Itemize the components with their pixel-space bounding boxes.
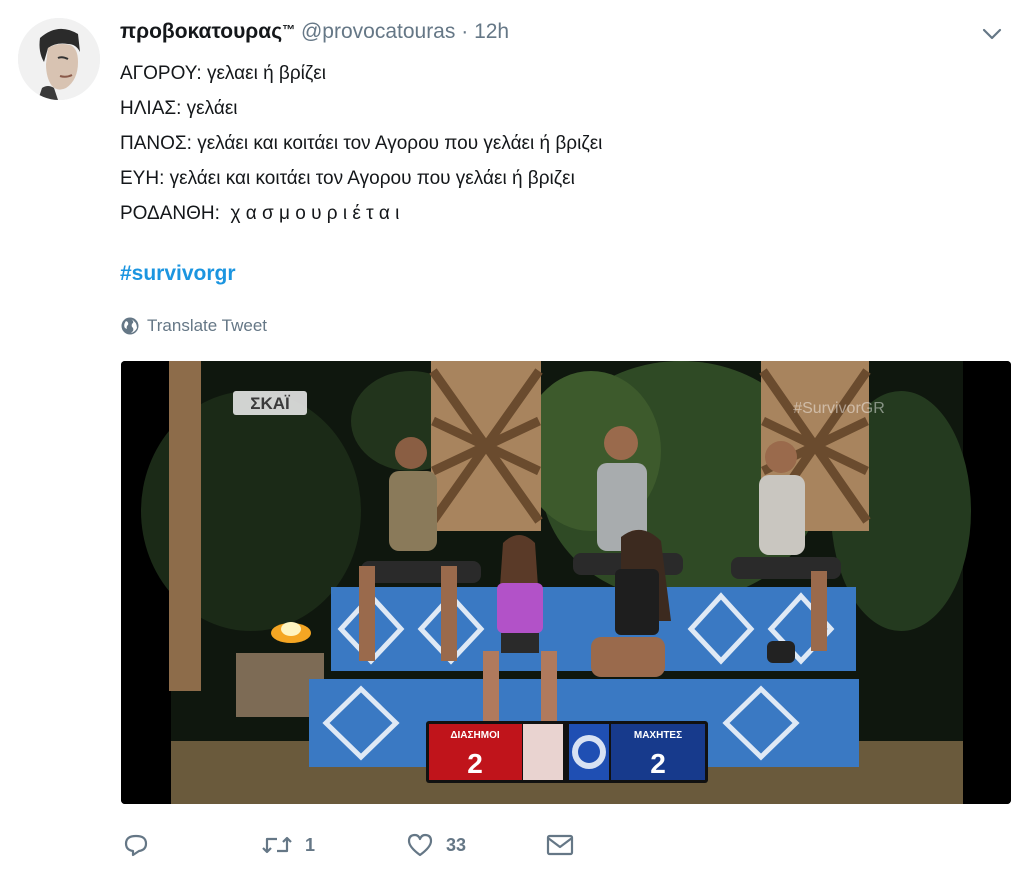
globe-icon <box>121 317 139 335</box>
like-button[interactable]: 33 <box>406 828 466 862</box>
translate-tweet-link[interactable]: Translate Tweet <box>120 314 267 338</box>
tweet-timestamp[interactable]: 12h <box>474 20 509 43</box>
translate-label: Translate Tweet <box>147 316 268 335</box>
channel-logo: ΣΚΑΪ <box>250 394 291 413</box>
avatar-image <box>18 18 100 100</box>
tweet-line: ΗΛΙΑΣ: γελάει <box>120 98 238 119</box>
trademark-symbol: ™ <box>282 22 296 37</box>
separator-dot: · <box>461 20 469 43</box>
retweet-count: 1 <box>305 834 316 855</box>
envelope-icon <box>546 834 574 856</box>
user-handle[interactable]: @provocatouras <box>301 20 455 43</box>
left-team-name: ΔΙΑΣΗΜΟΙ <box>450 730 500 741</box>
right-team-name: ΜΑΧΗΤΕΣ <box>634 730 682 741</box>
tweet-media-image[interactable]: ΣΚΑΪ #SurvivorGR ΔΙΑΣΗΜΟΙ 2 ΜΑΧΗΤΕΣ 2 <box>121 361 1011 804</box>
reply-button[interactable] <box>123 828 149 862</box>
retweet-button[interactable]: 1 <box>261 828 315 862</box>
tweet-line: ΑΓΟΡΟΥ: γελαει ή βρίζει <box>120 63 326 84</box>
reply-icon <box>124 834 148 857</box>
hashtag-link[interactable]: #survivorgr <box>120 262 236 286</box>
tweet-header: προβοκατουρας™ @provocatouras · 12h <box>120 18 1004 48</box>
watermark-text: #SurvivorGR <box>793 400 885 417</box>
left-team-score: 2 <box>467 748 483 779</box>
display-name[interactable]: προβοκατουρας <box>120 20 282 43</box>
avatar[interactable] <box>18 18 100 100</box>
heart-icon <box>407 833 433 857</box>
tweet-text: ΑΓΟΡΟΥ: γελαει ή βρίζει ΗΛΙΑΣ: γελάει ΠΑ… <box>120 56 1000 231</box>
tweet-line: ΠΑΝΟΣ: γελάει και κοιτάει τον Αγορου που… <box>120 133 603 154</box>
tweet-action-bar: 1 33 <box>121 828 721 862</box>
retweet-icon <box>262 836 292 854</box>
like-count: 33 <box>446 834 467 855</box>
tweet-line: ΡΟΔΑΝΘΗ: χ α σ μ ο υ ρ ι έ τ α ι <box>120 203 400 224</box>
right-team-score: 2 <box>650 748 666 779</box>
scoreboard: ΔΙΑΣΗΜΟΙ 2 ΜΑΧΗΤΕΣ 2 <box>426 721 708 783</box>
chevron-down-icon[interactable] <box>980 22 1004 46</box>
media-scene: ΣΚΑΪ #SurvivorGR ΔΙΑΣΗΜΟΙ 2 ΜΑΧΗΤΕΣ 2 <box>121 361 1011 804</box>
tweet-line: ΕΥΗ: γελάει και κοιτάει τον Αγορου που γ… <box>120 168 575 189</box>
direct-message-button[interactable] <box>546 828 574 862</box>
